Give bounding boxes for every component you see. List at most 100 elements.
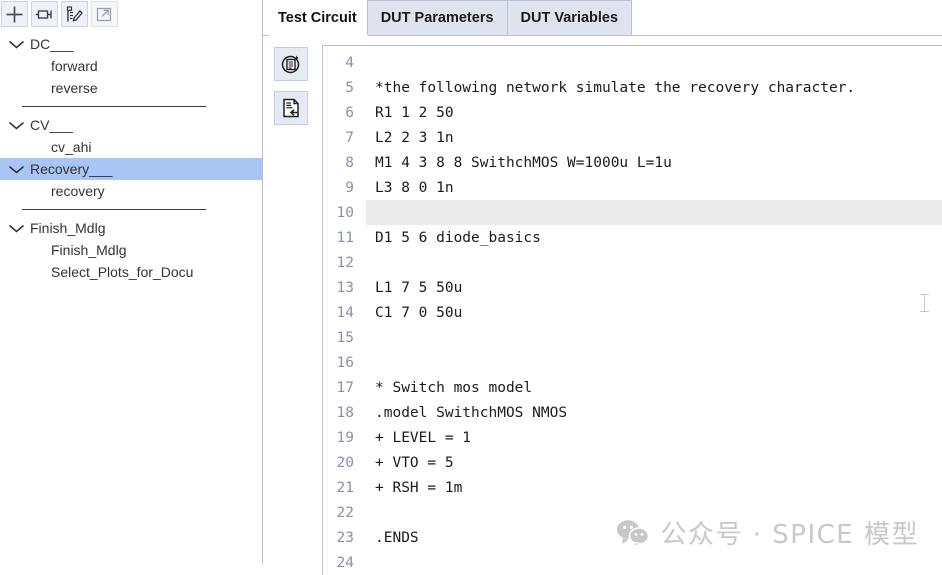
code-line[interactable]: 8 M1 4 3 8 8 SwithchMOS W=1000u L=1u	[323, 150, 942, 175]
code-line[interactable]: 5 *the following network simulate the rec…	[323, 75, 942, 100]
tree-item-label: Finish_Mdlg	[51, 242, 127, 258]
code-line[interactable]: 15	[323, 325, 942, 350]
tree-item-finish-mdlg[interactable]: Finish_Mdlg	[0, 239, 262, 261]
tree-item-cv[interactable]: CV___	[0, 114, 262, 136]
code-line[interactable]: 24	[323, 550, 942, 575]
code-line-text: *the following network simulate the reco…	[375, 79, 856, 96]
line-number: 12	[336, 254, 354, 271]
edit-button[interactable]	[61, 1, 88, 27]
tree-item-recovery[interactable]: Recovery___	[0, 158, 262, 180]
code-line[interactable]: 19 + LEVEL = 1	[323, 425, 942, 450]
code-line[interactable]: 11 D1 5 6 diode_basics	[323, 225, 942, 250]
tree-item-cv-ahi[interactable]: cv_ahi	[0, 136, 262, 158]
code-line-text: C1 7 0 50u	[375, 304, 463, 321]
code-line-text: M1 4 3 8 8 SwithchMOS W=1000u L=1u	[375, 154, 672, 171]
tree-item-label: Finish_Mdlg	[30, 220, 106, 236]
code-line[interactable]: 4	[323, 50, 942, 75]
code-line-text: + LEVEL = 1	[375, 429, 472, 446]
code-line-text: * Switch mos model	[375, 379, 533, 396]
code-line[interactable]: 20 + VTO = 5	[323, 450, 942, 475]
tab-dut-variables[interactable]: DUT Variables	[506, 0, 633, 35]
code-line-text: + RSH = 1m	[375, 479, 463, 496]
code-line[interactable]: 22	[323, 500, 942, 525]
line-number: 15	[336, 329, 354, 346]
line-number: 22	[336, 504, 354, 521]
tree-separator	[22, 106, 206, 107]
tab-test-circuit[interactable]: Test Circuit	[269, 1, 368, 36]
chevron-down-icon	[6, 221, 26, 235]
tree-item-reverse[interactable]: reverse	[0, 77, 262, 99]
chevron-down-icon	[6, 37, 26, 51]
tree-separator	[22, 209, 206, 210]
add-button[interactable]	[1, 1, 28, 27]
line-number: 5	[345, 79, 354, 96]
tree-item-label: cv_ahi	[51, 139, 92, 155]
tree-item-finish-mdlg[interactable]: Finish_Mdlg	[0, 217, 262, 239]
line-number: 9	[345, 179, 354, 196]
document-refresh-icon	[281, 55, 300, 74]
code-line[interactable]: 7 L2 2 3 1n	[323, 125, 942, 150]
project-tree: DC___forward reverse CV___ cv_ahi Recovery__…	[0, 27, 262, 283]
rename-node-icon	[35, 9, 52, 19]
tree-item-forward[interactable]: forward	[0, 55, 262, 77]
active-line-highlight	[366, 200, 942, 225]
line-number: 24	[336, 554, 354, 571]
code-line-text: .model SwithchMOS NMOS	[375, 404, 568, 421]
code-line[interactable]: 21 + RSH = 1m	[323, 475, 942, 500]
code-line[interactable]: 12	[323, 250, 942, 275]
code-line[interactable]: 9 L3 8 0 1n	[323, 175, 942, 200]
line-number: 6	[345, 104, 354, 121]
code-line[interactable]: 13 L1 7 5 50u	[323, 275, 942, 300]
line-number: 10	[336, 204, 354, 221]
code-line[interactable]: 14 C1 7 0 50u	[323, 300, 942, 325]
code-lines: 4 5 *the following network simulate the re…	[323, 46, 942, 575]
tree-item-label: Select_Plots_for_Docu	[51, 264, 194, 280]
code-line[interactable]: 16	[323, 350, 942, 375]
code-editor[interactable]: 4 5 *the following network simulate the re…	[322, 45, 942, 575]
code-line[interactable]: 23 .ENDS	[323, 525, 942, 550]
external-link-icon	[96, 7, 112, 21]
open-external-button[interactable]	[91, 1, 118, 27]
line-number: 21	[336, 479, 354, 496]
line-number: 4	[345, 54, 354, 71]
line-number: 11	[336, 229, 354, 246]
code-line[interactable]: 10	[323, 200, 942, 225]
line-number: 19	[336, 429, 354, 446]
tree-item-select-plots-for-docu[interactable]: Select_Plots_for_Docu	[0, 261, 262, 283]
code-line-text: D1 5 6 diode_basics	[375, 229, 541, 246]
code-line-text: .ENDS	[375, 529, 419, 546]
document-import-icon	[283, 98, 299, 118]
line-number: 17	[336, 379, 354, 396]
application-window: DC___forward reverse CV___ cv_ahi Recovery__…	[0, 0, 942, 575]
tab-bar: Test Circuit DUT Parameters DUT Variables	[263, 0, 942, 36]
navigator-panel: DC___forward reverse CV___ cv_ahi Recovery__…	[0, 0, 263, 564]
chevron-down-icon	[6, 118, 26, 132]
line-number: 14	[336, 304, 354, 321]
code-line[interactable]: 17 * Switch mos model	[323, 375, 942, 400]
tree-item-label: Recovery___	[30, 161, 113, 177]
code-line[interactable]: 18 .model SwithchMOS NMOS	[323, 400, 942, 425]
tab-dut-parameters[interactable]: DUT Parameters	[366, 0, 508, 35]
line-number: 23	[336, 529, 354, 546]
line-number: 16	[336, 354, 354, 371]
import-netlist-button[interactable]	[274, 91, 308, 125]
tree-item-dc[interactable]: DC___	[0, 33, 262, 55]
tree-item-label: forward	[51, 58, 98, 74]
code-line-text: L1 7 5 50u	[375, 279, 463, 296]
chevron-down-icon	[6, 162, 26, 176]
editor-panel: Test Circuit DUT Parameters DUT Variables	[263, 0, 942, 575]
reload-netlist-button[interactable]	[274, 47, 308, 81]
code-line-text: + VTO = 5	[375, 454, 454, 471]
line-number: 13	[336, 279, 354, 296]
tree-item-label: CV___	[30, 117, 73, 133]
navigator-toolbar	[0, 0, 262, 27]
code-line[interactable]: 6 R1 1 2 50	[323, 100, 942, 125]
tree-item-label: reverse	[51, 80, 98, 96]
plus-icon	[6, 6, 23, 22]
edit-pencil-icon	[66, 5, 83, 21]
line-number: 8	[345, 154, 354, 171]
code-line-text: L2 2 3 1n	[375, 129, 454, 146]
tree-item-recovery[interactable]: recovery	[0, 180, 262, 202]
tree-item-label: DC___	[30, 36, 74, 52]
rename-button[interactable]	[31, 1, 58, 27]
